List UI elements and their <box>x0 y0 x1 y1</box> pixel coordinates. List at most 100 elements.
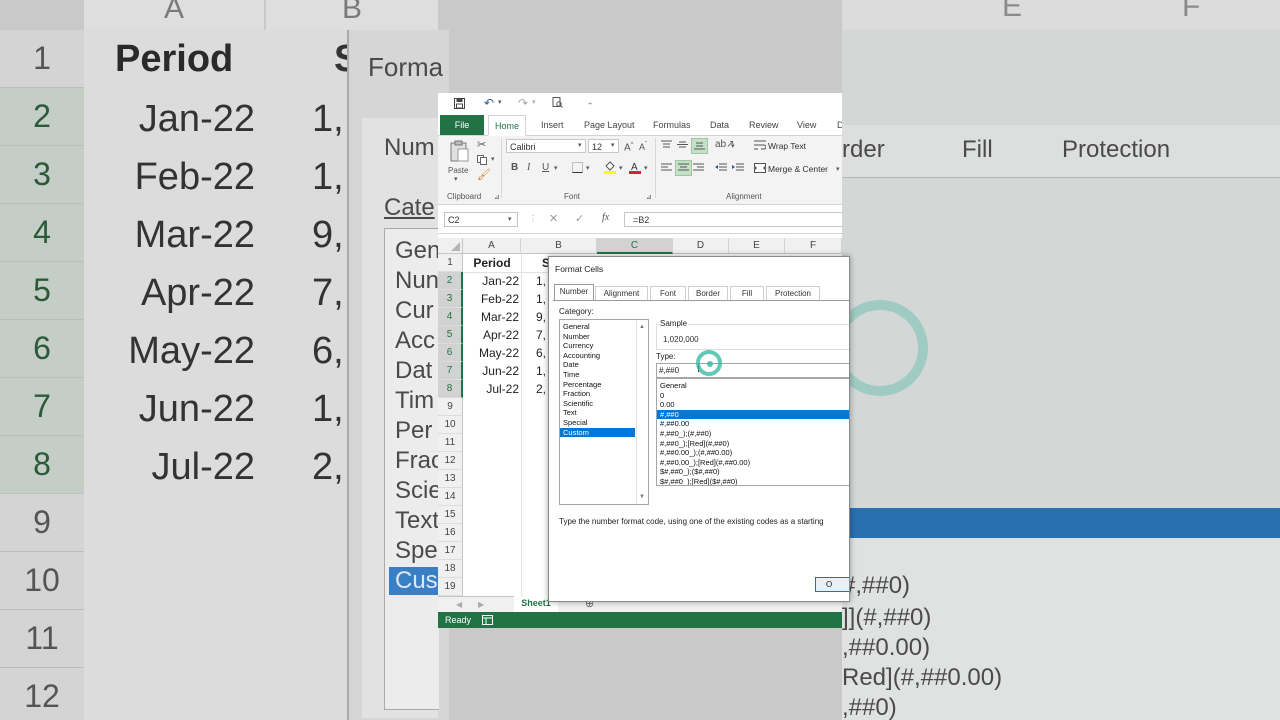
underline-icon[interactable]: U <box>542 162 549 174</box>
cell-a6[interactable]: May-22 <box>463 344 519 362</box>
category-item[interactable]: General <box>560 322 648 332</box>
row-header[interactable]: 13 <box>438 470 463 488</box>
merge-dropdown-icon[interactable]: ▾ <box>836 164 840 176</box>
merge-center-icon[interactable] <box>754 163 766 177</box>
dialog-tab-number[interactable]: Number <box>554 284 594 300</box>
borders-dropdown-icon[interactable]: ▾ <box>586 163 590 175</box>
fill-color-dropdown-icon[interactable]: ▾ <box>619 163 623 175</box>
col-header-e[interactable]: E <box>729 238 785 254</box>
copy-icon[interactable] <box>477 155 489 169</box>
type-item[interactable]: $#,##0_);($#,##0) <box>657 467 849 477</box>
category-item[interactable]: Scientific <box>560 399 648 409</box>
row-header[interactable]: 1 <box>438 254 463 272</box>
type-item[interactable]: #,##0_);(#,##0) <box>657 429 849 439</box>
col-header-b[interactable]: B <box>521 238 597 254</box>
tab-home[interactable]: Home <box>488 115 527 136</box>
fill-color-icon[interactable] <box>604 160 616 178</box>
customize-qat-icon[interactable]: ₌ <box>588 97 592 109</box>
dialog-tab-alignment[interactable]: Alignment <box>595 286 648 300</box>
decrease-font-icon[interactable]: Aˇ <box>639 139 647 153</box>
category-item[interactable]: Percentage <box>560 380 648 390</box>
row-header[interactable]: 18 <box>438 560 463 578</box>
ok-button[interactable]: O <box>815 577 849 592</box>
row-header[interactable]: 14 <box>438 488 463 506</box>
cell-a3[interactable]: Feb-22 <box>463 290 519 308</box>
align-bottom-icon[interactable] <box>691 138 708 154</box>
decrease-indent-icon[interactable] <box>715 163 727 176</box>
scroll-up-icon[interactable]: ▲ <box>639 321 645 333</box>
font-color-icon[interactable]: A <box>629 160 641 178</box>
col-header-c[interactable]: C <box>597 238 673 254</box>
tab-data[interactable]: Data <box>710 115 729 135</box>
type-item[interactable]: #,##0_);[Red](#,##0) <box>657 439 849 449</box>
font-size-dropdown-icon[interactable]: ▾ <box>611 140 615 152</box>
row-header[interactable]: 10 <box>438 416 463 434</box>
bold-icon[interactable]: B <box>511 162 518 174</box>
type-input[interactable]: #,##0 <box>656 363 849 378</box>
undo-icon[interactable]: ↶ <box>484 97 494 109</box>
tab-d[interactable]: D <box>837 115 842 135</box>
tab-view[interactable]: View <box>797 115 816 135</box>
row-header[interactable]: 19 <box>438 578 463 596</box>
col-header-d[interactable]: D <box>673 238 729 254</box>
tab-review[interactable]: Review <box>749 115 779 135</box>
align-left-icon[interactable] <box>661 163 672 176</box>
wrap-text-button[interactable]: Wrap Text <box>768 141 806 151</box>
font-launcher-icon[interactable]: ⊿ <box>646 192 652 204</box>
format-painter-icon[interactable]: 🖌 <box>477 169 491 181</box>
type-item[interactable]: #,##0.00 <box>657 419 849 429</box>
merge-center-button[interactable]: Merge & Center <box>768 164 828 174</box>
paste-dropdown-icon[interactable]: ▾ <box>454 174 458 186</box>
cell-a5[interactable]: Apr-22 <box>463 326 519 344</box>
print-preview-icon[interactable] <box>552 97 563 112</box>
cancel-icon[interactable]: ✕ <box>549 213 558 225</box>
macro-record-icon[interactable] <box>482 615 493 628</box>
row-header[interactable]: 7 <box>438 362 463 380</box>
tab-insert[interactable]: Insert <box>541 115 564 135</box>
dialog-tab-border[interactable]: Border <box>688 286 728 300</box>
scroll-left-icon[interactable]: ◀ <box>456 599 462 611</box>
row-header[interactable]: 6 <box>438 344 463 362</box>
row-header[interactable]: 16 <box>438 524 463 542</box>
wrap-text-icon[interactable] <box>754 140 767 154</box>
cell-a1[interactable]: Period <box>463 254 521 272</box>
undo-dropdown-icon[interactable]: ▾ <box>498 97 502 109</box>
scroll-down-icon[interactable]: ▼ <box>639 491 645 503</box>
cell-a8[interactable]: Jul-22 <box>463 380 519 398</box>
paste-icon[interactable] <box>450 140 470 166</box>
select-all-corner[interactable] <box>438 238 463 254</box>
category-item[interactable]: Text <box>560 408 648 418</box>
increase-font-icon[interactable]: A^ <box>624 139 634 154</box>
font-name-select[interactable]: Calibri <box>506 139 586 153</box>
col-header-a[interactable]: A <box>463 238 521 254</box>
row-header[interactable]: 9 <box>438 398 463 416</box>
category-item[interactable]: Date <box>560 360 648 370</box>
tab-formulas[interactable]: Formulas <box>653 115 691 135</box>
tab-page-layout[interactable]: Page Layout <box>584 115 635 135</box>
paste-label[interactable]: Paste <box>448 166 468 175</box>
save-icon[interactable] <box>454 98 465 113</box>
orientation-dropdown-icon[interactable]: ▾ <box>731 141 735 153</box>
type-item[interactable]: #,##0.00_);(#,##0.00) <box>657 448 849 458</box>
row-header[interactable]: 5 <box>438 326 463 344</box>
dialog-tab-fill[interactable]: Fill <box>730 286 764 300</box>
cell-a2[interactable]: Jan-22 <box>463 272 519 290</box>
row-header[interactable]: 2 <box>438 272 463 290</box>
type-item[interactable]: 0 <box>657 391 849 401</box>
type-item[interactable]: $#,##0_);[Red]($#,##0) <box>657 477 849 485</box>
scroll-right-icon[interactable]: ▶ <box>478 599 484 611</box>
cell-a4[interactable]: Mar-22 <box>463 308 519 326</box>
enter-icon[interactable]: ✓ <box>575 213 584 225</box>
clipboard-launcher-icon[interactable]: ⊿ <box>494 192 500 204</box>
dialog-tab-protection[interactable]: Protection <box>766 286 820 300</box>
redo-icon[interactable]: ↷ <box>518 97 528 109</box>
formula-input[interactable]: =B2 <box>624 212 842 227</box>
row-header[interactable]: 8 <box>438 380 463 398</box>
row-header[interactable]: 11 <box>438 434 463 452</box>
cut-icon[interactable]: ✂ <box>477 139 486 151</box>
italic-icon[interactable]: I <box>527 162 530 174</box>
row-header[interactable]: 15 <box>438 506 463 524</box>
type-item-selected[interactable]: #,##0 <box>657 409 849 420</box>
underline-dropdown-icon[interactable]: ▾ <box>554 163 558 175</box>
dialog-tab-font[interactable]: Font <box>650 286 686 300</box>
